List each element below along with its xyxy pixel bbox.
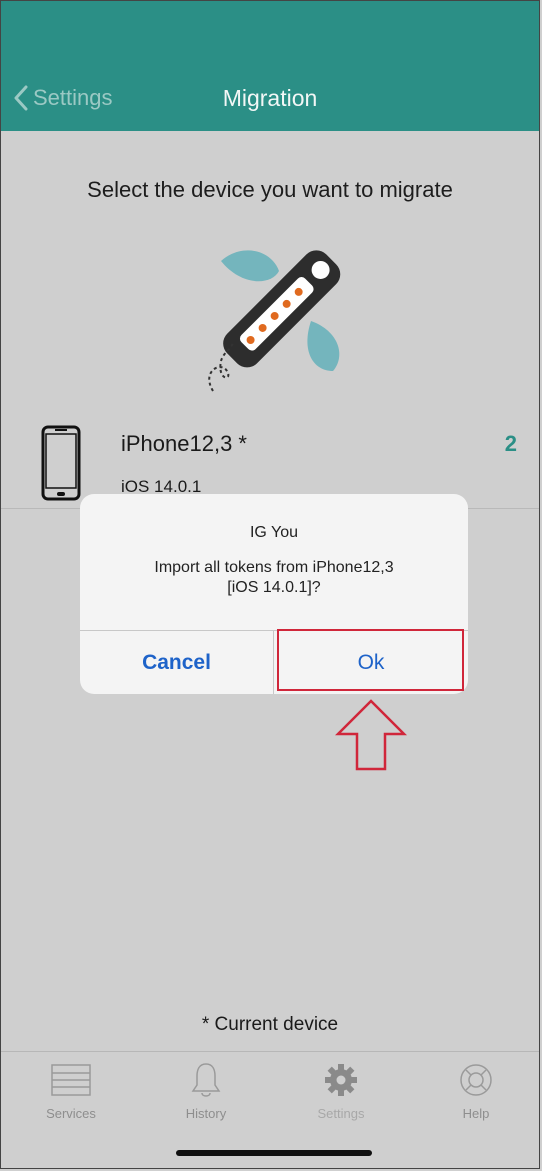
nav-header: Settings Migration xyxy=(1,1,539,131)
token-illustration xyxy=(201,231,361,401)
dialog-message-line1: Import all tokens from iPhone12,3 xyxy=(154,559,394,576)
smartphone-icon xyxy=(41,425,81,501)
current-device-note: * Current device xyxy=(201,1014,339,1035)
device-name: iPhone12,3 * xyxy=(121,431,247,456)
dialog-message: Import all tokens from iPhone12,3 [iOS 1… xyxy=(100,558,448,598)
tab-services[interactable]: Services xyxy=(16,1060,126,1121)
token-count: 2 xyxy=(504,431,517,456)
list-icon xyxy=(51,1064,91,1096)
cancel-button[interactable]: Cancel xyxy=(80,631,273,694)
usb-token-icon xyxy=(208,250,341,392)
tab-history[interactable]: History xyxy=(151,1060,261,1121)
tab-label: Help xyxy=(462,1106,490,1121)
ok-highlight-box xyxy=(277,629,464,691)
tab-label: History xyxy=(185,1106,227,1121)
gear-icon xyxy=(325,1064,357,1096)
app-screen: Settings Migration Select the device you… xyxy=(0,0,540,1169)
lifebuoy-icon xyxy=(460,1064,492,1096)
bell-icon xyxy=(191,1063,221,1097)
dialog-message-line2: [iOS 14.0.1]? xyxy=(227,579,321,596)
dialog-title: IG You xyxy=(249,524,299,541)
arrow-up-icon xyxy=(335,699,407,771)
tab-label: Settings xyxy=(317,1106,365,1121)
tab-label: Services xyxy=(46,1106,96,1121)
tab-help[interactable]: Help xyxy=(421,1060,531,1121)
page-title: Migration xyxy=(222,85,318,111)
tab-settings[interactable]: Settings xyxy=(286,1060,396,1121)
home-indicator[interactable] xyxy=(176,1150,372,1156)
instruction-text: Select the device you want to migrate xyxy=(87,177,453,202)
